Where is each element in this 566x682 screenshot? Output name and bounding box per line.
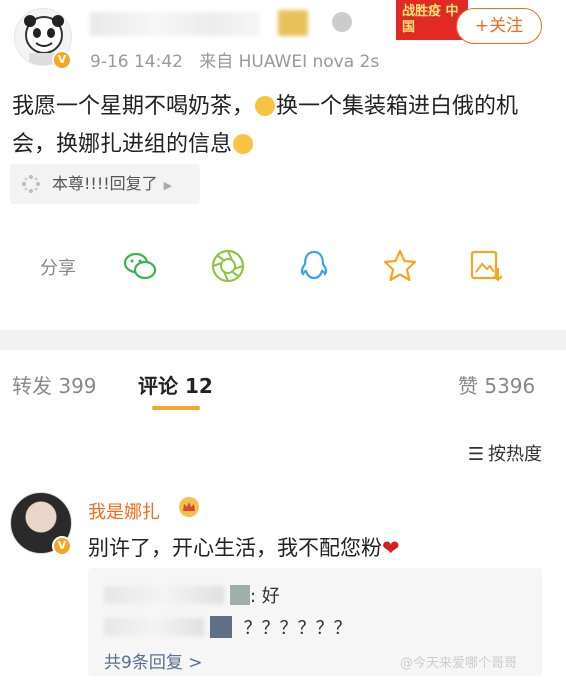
active-tab-indicator (152, 406, 200, 410)
redacted-block (210, 616, 232, 638)
sort-by-hot-button[interactable]: ☰ 按热度 (468, 440, 542, 466)
redacted-block (230, 585, 250, 605)
favorite-star-icon[interactable] (382, 248, 418, 284)
qq-icon[interactable] (296, 248, 332, 284)
sub-reply-item: : 好 (104, 582, 280, 608)
comments-section: ☰ 按热度 V 我是娜扎 别许了，开心生活，我不配您粉❤ : 好 ？？？？？？ 共… (0, 420, 566, 682)
weibo-post-card: V 9-16 14:42 来自 HUAWEI nova 2s 战胜疫 中国 +关… (0, 0, 566, 330)
redacted-username (104, 586, 224, 604)
watermark: @今天来爱哪个哥哥 (400, 656, 518, 671)
save-image-icon[interactable] (468, 248, 504, 284)
reply-notice-chip[interactable]: 本尊!!!!回复了 ▶ (10, 164, 200, 204)
member-badge-icon (278, 10, 308, 36)
verified-v-icon: V (52, 50, 72, 70)
sub-reply-text: : 好 (250, 586, 280, 607)
interaction-tabs: 转发 399 评论 12 赞 5396 (0, 350, 566, 420)
loading-dots-icon (22, 175, 40, 193)
sub-reply-item: ？？？？？？ (104, 614, 351, 640)
post-text-part1: 我愿一个星期不喝奶茶， (12, 94, 255, 119)
sub-reply-text: ？？？？？？ (243, 618, 352, 639)
tab-reposts[interactable]: 转发 399 (12, 370, 97, 399)
follow-button[interactable]: +关注 (456, 8, 542, 44)
tab-comments[interactable]: 评论 12 (138, 370, 213, 399)
verified-v-icon: V (52, 536, 72, 556)
sort-lines-icon: ☰ (467, 444, 484, 465)
wechat-icon[interactable] (122, 248, 158, 284)
heart-icon: ❤ (382, 536, 400, 560)
pleading-emoji-icon (233, 134, 254, 154)
view-all-replies-link[interactable]: 共9条回复 > (104, 648, 202, 673)
post-source: 来自 HUAWEI nova 2s (199, 52, 380, 72)
chevron-right-icon: ▶ (163, 179, 173, 192)
reply-chip-label: 本尊!!!!回复了 (52, 174, 158, 193)
post-meta: 9-16 14:42 来自 HUAWEI nova 2s (90, 47, 379, 72)
crying-emoji-icon (255, 96, 276, 116)
comment-body: 别许了，开心生活，我不配您粉 (88, 536, 382, 560)
level-badge-icon (332, 12, 352, 32)
commenter-name[interactable]: 我是娜扎 (88, 498, 160, 524)
share-label: 分享 (40, 258, 76, 279)
moments-icon[interactable] (210, 248, 246, 284)
post-content: 我愿一个星期不喝奶茶， 换一个集装箱进白俄的机会，换娜扎进组的信息 (12, 88, 552, 164)
author-name-redacted[interactable] (90, 12, 260, 36)
crown-badge-icon (179, 497, 199, 517)
section-divider (0, 330, 566, 350)
redacted-username (104, 618, 204, 636)
post-time: 9-16 14:42 (90, 52, 183, 72)
tab-likes[interactable]: 赞 5396 (458, 370, 535, 399)
sort-label: 按热度 (488, 444, 542, 465)
comment-text: 别许了，开心生活，我不配您粉❤ (88, 532, 400, 562)
